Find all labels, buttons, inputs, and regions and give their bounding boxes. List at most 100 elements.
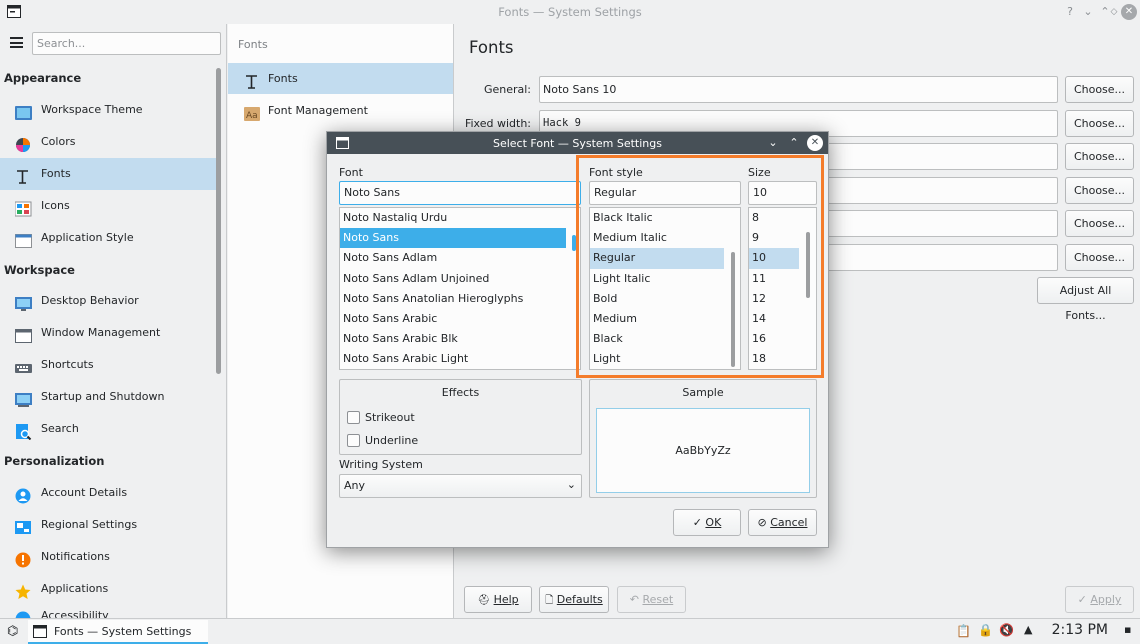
sidebar-item-label: Search (41, 422, 79, 435)
reset-button[interactable]: ↶ Reset (617, 586, 686, 613)
applications-icon (15, 581, 32, 599)
clipboard-icon[interactable]: 📋 (956, 624, 971, 638)
list-item[interactable]: Noto Sans Anatolian Hieroglyphs (340, 289, 566, 309)
sidebar-item-label: Desktop Behavior (41, 294, 139, 307)
desktop-behavior-icon (15, 293, 32, 311)
sidebar-item-label: Shortcuts (41, 358, 94, 371)
dialog-title: Select Font — System Settings (492, 137, 662, 150)
sidebar-item-label: Regional Settings (41, 518, 138, 531)
list-item[interactable]: Noto Sans (340, 228, 566, 249)
dialog-maximize-icon[interactable]: ⌃ (786, 135, 802, 151)
sidebar-item-search[interactable]: Search (0, 413, 218, 445)
sidebar-item-label: Account Details (41, 486, 128, 499)
clock[interactable]: 2:13 PM (1052, 622, 1108, 638)
fixed-width-choose-button[interactable]: Choose... (1065, 110, 1134, 137)
sidebar-item-notifications[interactable]: Notifications (0, 541, 218, 573)
strikeout-checkbox[interactable] (347, 411, 360, 424)
writing-system-value: Any (344, 479, 366, 492)
reset-icon: ↶ (629, 593, 639, 606)
sidebar-item-shortcuts[interactable]: Shortcuts (0, 349, 218, 381)
dialog-titlebar: Select Font — System Settings ⌄ ⌃ ✕ (327, 132, 828, 154)
taskbar-task-fonts[interactable]: Fonts — System Settings (28, 620, 208, 644)
sidebar-item-account-details[interactable]: Account Details (0, 477, 218, 509)
list-item[interactable]: Noto Sans Arabic (340, 309, 566, 329)
highlight-annotation-box (576, 155, 824, 378)
apply-button-label: Apply (1090, 593, 1122, 606)
section-title-appearance: Appearance (4, 71, 82, 85)
list-item[interactable]: Noto Nastaliq Urdu (340, 208, 566, 228)
application-launcher-icon[interactable]: ⌬ (7, 624, 18, 639)
sidebar-item-workspace-theme[interactable]: Workspace Theme (0, 94, 218, 126)
general-choose-button[interactable]: Choose... (1065, 76, 1134, 103)
colors-icon (15, 134, 32, 152)
sidebar-item-desktop-behavior[interactable]: Desktop Behavior (0, 285, 218, 317)
sidebar-item-icons[interactable]: Icons (0, 190, 218, 222)
sidebar-item-window-management[interactable]: Window Management (0, 317, 218, 349)
toolbar-choose-button[interactable]: Choose... (1065, 177, 1134, 204)
hamburger-menu-icon[interactable] (10, 37, 23, 48)
general-font-field[interactable]: Noto Sans 10 (539, 76, 1058, 103)
minimize-icon[interactable]: ⌄ (1080, 4, 1096, 20)
font-family-input[interactable]: Noto Sans (339, 181, 581, 205)
menu-choose-button[interactable]: Choose... (1065, 210, 1134, 237)
keep-above-icon[interactable]: ◇ (1106, 4, 1122, 20)
show-desktop-icon[interactable]: ▪ (1124, 623, 1131, 636)
window-titlebar: Fonts — System Settings ? ⌄ ⌃ ◇ ✕ (0, 0, 1140, 24)
sidebar-item-label: Application Style (41, 231, 134, 244)
sidebar-scrollbar[interactable] (216, 68, 221, 374)
writing-system-select[interactable]: Any ⌄ (339, 474, 582, 498)
underline-label: Underline (365, 434, 419, 447)
sidebar-item-startup-and-shutdown[interactable]: Startup and Shutdown (0, 381, 218, 413)
sidebar-item-application-style[interactable]: Application Style (0, 222, 218, 254)
workspace-theme-icon (15, 102, 32, 120)
reset-button-label: Reset (642, 593, 674, 606)
underline-checkbox[interactable] (347, 434, 360, 447)
sidebar-item-label: Workspace Theme (41, 103, 143, 116)
sample-title: Sample (682, 386, 724, 399)
dialog-minimize-icon[interactable]: ⌄ (765, 135, 781, 151)
task-window-icon (33, 625, 47, 638)
search-input[interactable]: Search... (32, 32, 221, 55)
strikeout-label: Strikeout (365, 411, 415, 424)
cancel-button[interactable]: ⊘ Cancel (748, 509, 817, 536)
sidebar-item-colors[interactable]: Colors (0, 126, 218, 158)
sidebar: Search... Appearance Workspace Theme Col… (0, 24, 227, 618)
help-button[interactable]: ⛑ Help (464, 586, 532, 613)
list-item[interactable]: Noto Sans Arabic Light (340, 349, 566, 369)
apply-button[interactable]: ✓ Apply (1065, 586, 1134, 613)
general-font-label: General: (483, 83, 531, 96)
subcategory-label: Font Management (268, 104, 368, 117)
font-management-icon: Aa (244, 103, 260, 121)
defaults-button[interactable]: 🗋 Defaults (539, 586, 609, 613)
ok-button-label: OK (705, 516, 722, 529)
sidebar-item-regional-settings[interactable]: Regional Settings (0, 509, 218, 541)
font-family-label: Font (339, 166, 363, 179)
startup-icon (15, 389, 32, 407)
account-icon (15, 485, 32, 504)
section-title-workspace: Workspace (4, 263, 75, 277)
sidebar-item-accessibility[interactable]: Accessibility (0, 605, 218, 618)
close-icon[interactable]: ✕ (1121, 4, 1137, 20)
sidebar-item-applications[interactable]: Applications (0, 573, 218, 605)
volume-muted-icon[interactable]: 🔇 (999, 623, 1014, 637)
window-title-choose-button[interactable]: Choose... (1065, 244, 1134, 271)
adjust-all-fonts-button[interactable]: Adjust All Fonts... (1037, 277, 1134, 322)
sidebar-item-label: Window Management (41, 326, 161, 339)
sidebar-item-label: Startup and Shutdown (41, 390, 165, 403)
help-icon[interactable]: ? (1062, 4, 1078, 20)
lock-icon[interactable]: 🔒 (978, 623, 993, 637)
sidebar-item-fonts[interactable]: Fonts (0, 158, 218, 190)
list-item[interactable]: Noto Sans Adlam (340, 248, 566, 268)
cancel-icon: ⊘ (757, 516, 767, 529)
small-choose-button[interactable]: Choose... (1065, 143, 1134, 170)
ok-button[interactable]: ✓ OK (673, 509, 741, 536)
svg-text:Aa: Aa (246, 111, 258, 121)
regional-settings-icon (15, 517, 32, 534)
font-family-list[interactable]: Noto Nastaliq Urdu Noto Sans Noto Sans A… (339, 207, 581, 370)
dialog-close-icon[interactable]: ✕ (807, 135, 823, 151)
tray-expand-icon[interactable]: ▲ (1024, 623, 1032, 636)
sample-preview: AaBbYyZz (596, 408, 810, 493)
list-item[interactable]: Noto Sans Adlam Unjoined (340, 269, 566, 289)
list-item[interactable]: Noto Sans Arabic Blk (340, 329, 566, 349)
effects-group: Effects Strikeout Underline (339, 379, 582, 455)
